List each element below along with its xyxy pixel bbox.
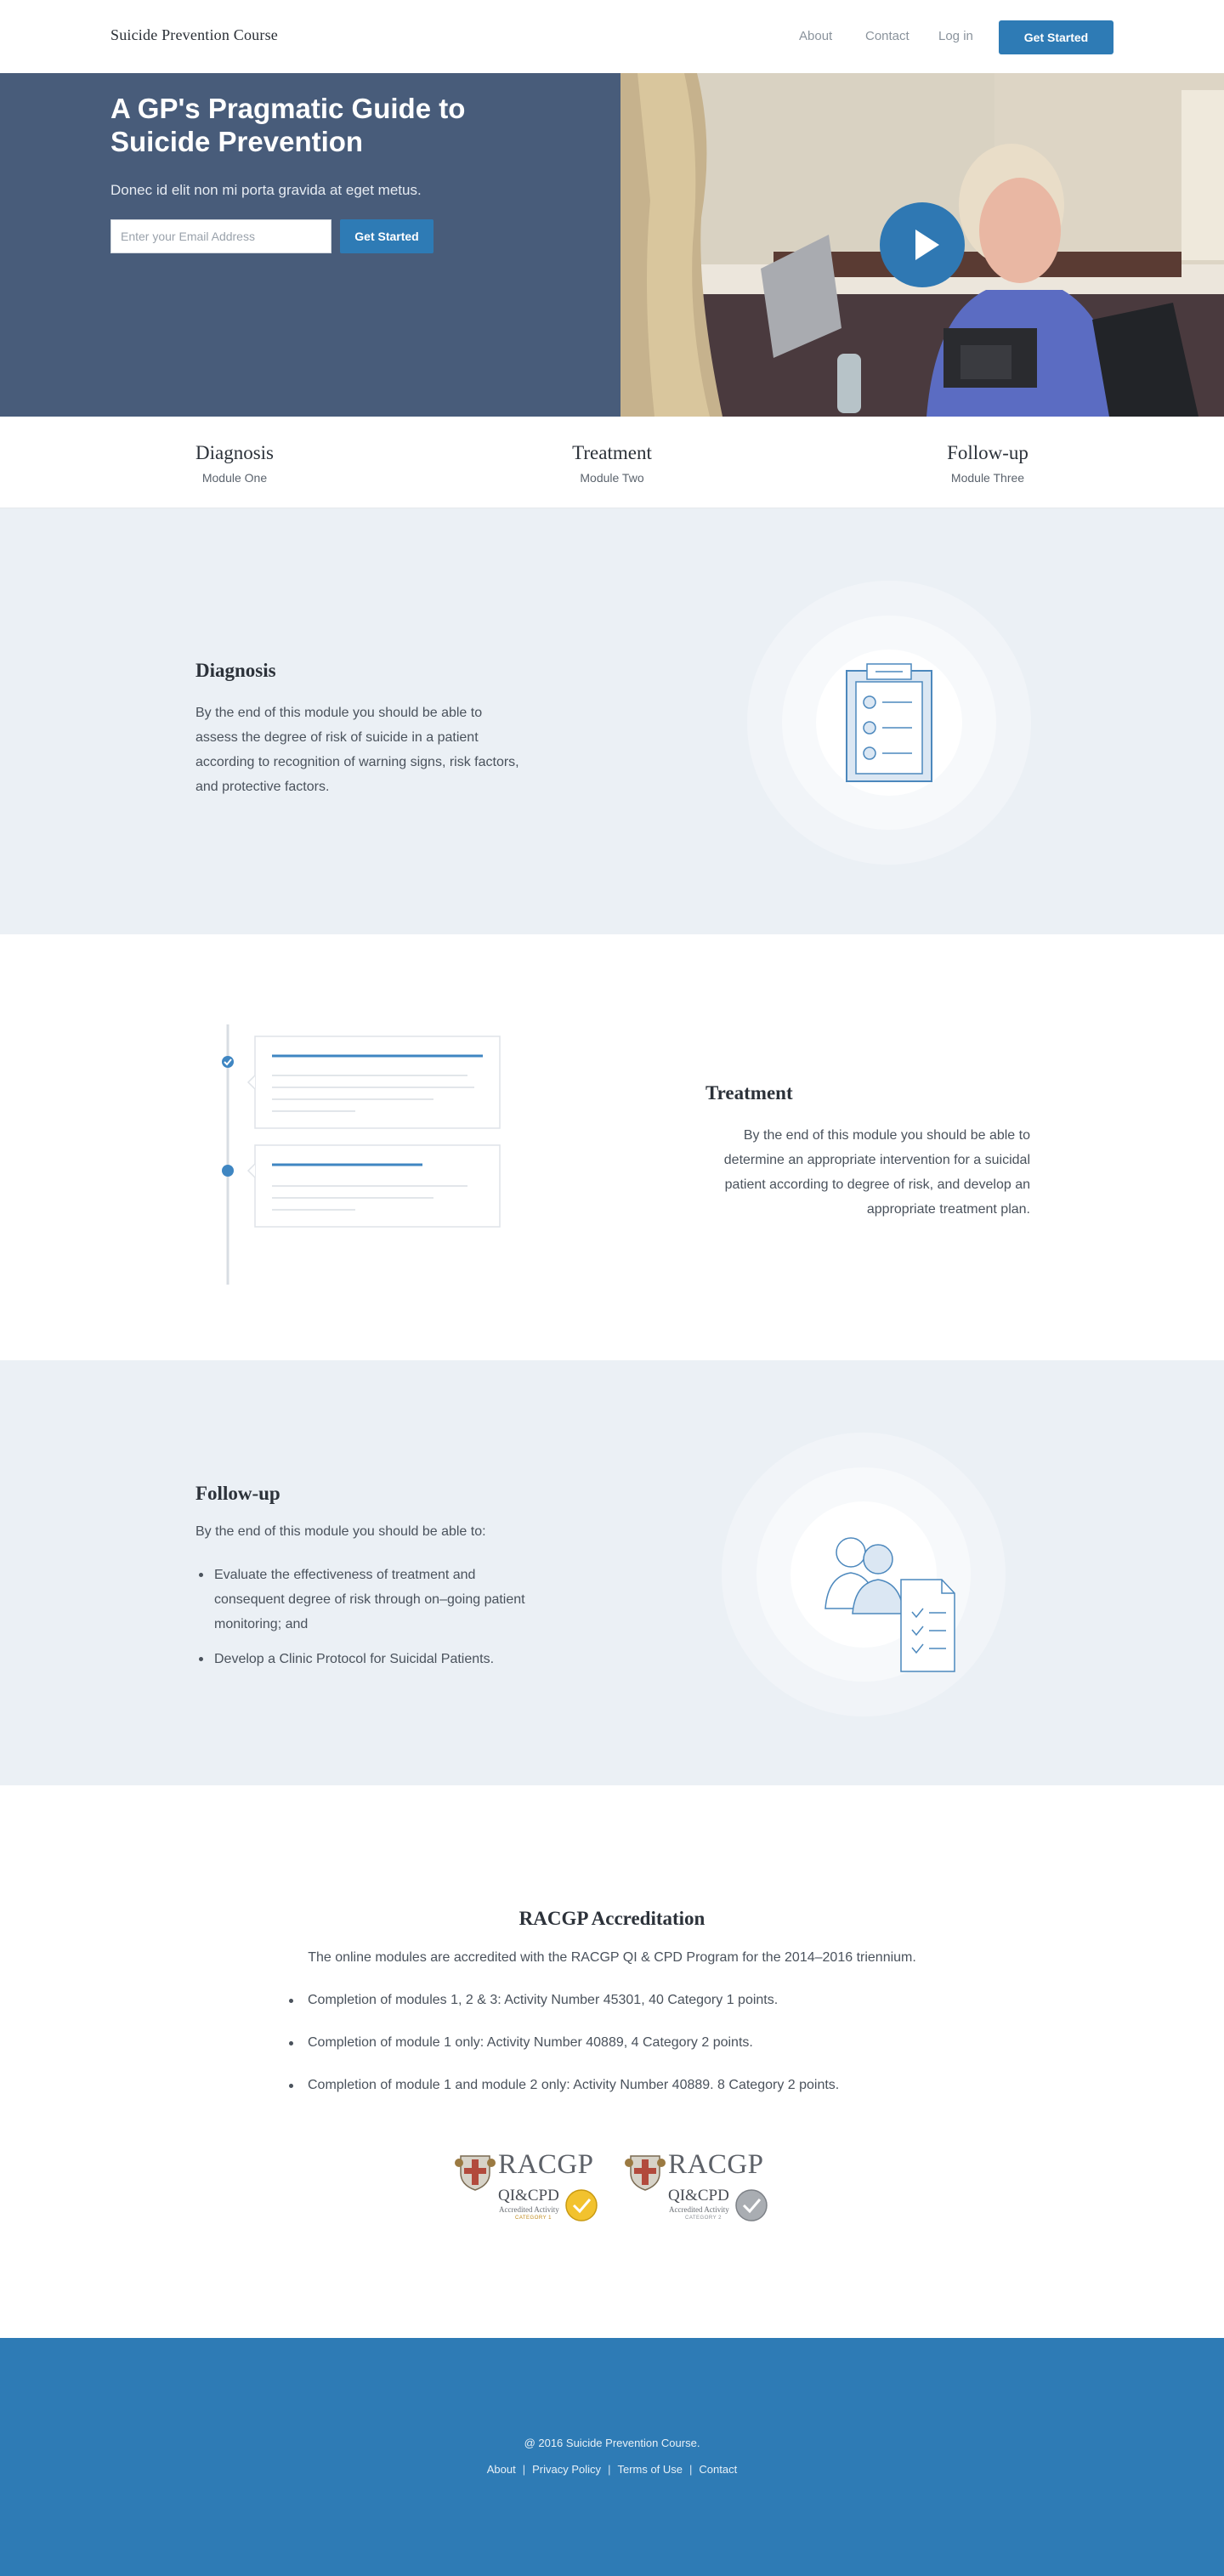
accreditation-heading: RACGP Accreditation [518,1908,706,1929]
timeline-icon [222,1024,501,1285]
footer-links: About | Privacy Policy | Terms of Use | Contac… [0,2463,1224,2476]
gold-badge-icon [565,2189,598,2221]
logo-wordmark: RACGP [498,2149,594,2180]
treatment-heading: Treatment [706,1082,793,1104]
list-item: Develop a Clinic Protocol for Suicidal P… [196,1647,536,1671]
footer-link-terms[interactable]: Terms of Use [617,2463,683,2476]
treatment-section: Treatment By the end of this module you … [0,934,1224,1360]
racgp-category-2-logo: RACGP QI&CPD Accredited Activity CATEGOR… [622,2144,775,2229]
hero-title: A GP's Pragmatic Guide to Suicide Preven… [110,93,466,157]
tab-title: Treatment [572,442,652,463]
footer [0,2338,1224,2576]
accreditation-intro: The online modules are accredited with t… [308,1950,916,1965]
top-nav: Suicide Prevention Course About Contact … [0,0,1224,73]
patients-checklist-icon [722,1433,1006,1716]
footer-link-privacy[interactable]: Privacy Policy [532,2463,601,2476]
hero-subtitle: Donec id elit non mi porta gravida at eg… [110,182,422,198]
logo-category: CATEGORY 2 [685,2216,722,2221]
logo-program: QI&CPD [498,2187,559,2204]
email-input[interactable]: Enter your Email Address [110,219,332,253]
intro-video[interactable] [620,73,1224,417]
followup-heading: Follow-up [196,1483,280,1504]
tab-followup[interactable]: Follow-up Module Three [894,442,1081,485]
diagnosis-section: Diagnosis By the end of this module you … [0,508,1224,934]
nav-link-contact[interactable]: Contact [865,29,910,43]
logo-category: CATEGORY 1 [515,2216,552,2221]
tab-subtitle: Module Three [950,471,1025,485]
nav-link-about[interactable]: About [799,29,832,43]
clipboard-icon [747,581,1031,865]
play-icon[interactable] [880,202,965,287]
crest-icon [455,2155,496,2191]
hero-get-started-button[interactable]: Get Started [340,219,434,253]
accreditation-list: Completion of modules 1, 2 & 3: Activity… [287,1991,839,2119]
list-item: Completion of module 1 only: Activity Nu… [287,2034,839,2052]
racgp-category-1-logo: RACGP QI&CPD Accredited Activity CATEGOR… [452,2144,605,2229]
tab-title: Follow-up [947,442,1028,463]
logo-wordmark: RACGP [668,2149,764,2180]
footer-link-contact[interactable]: Contact [699,2463,737,2476]
logo-label: Accredited Activity [669,2205,729,2214]
diagnosis-heading: Diagnosis [196,660,276,681]
followup-section: Follow-up By the end of this module you … [0,1360,1224,1785]
list-item: Evaluate the effectiveness of treatment … [196,1563,536,1637]
tab-subtitle: Module Two [580,471,644,485]
list-item: Completion of module 1 and module 2 only… [287,2076,839,2095]
tab-title: Diagnosis [196,442,274,463]
tab-treatment[interactable]: Treatment Module Two [518,442,706,485]
followup-list: Evaluate the effectiveness of treatment … [196,1563,536,1682]
footer-separator: | [522,2463,526,2476]
footer-link-about[interactable]: About [487,2463,516,2476]
nav-get-started-button[interactable]: Get Started [999,20,1114,54]
logo-label: Accredited Activity [499,2205,559,2214]
nav-link-login[interactable]: Log in [938,29,973,43]
site-brand[interactable]: Suicide Prevention Course [110,26,278,44]
tab-subtitle: Module One [201,471,268,485]
list-item: Completion of modules 1, 2 & 3: Activity… [287,1991,839,2010]
logo-program: QI&CPD [668,2187,729,2204]
copyright-text: @ 2016 Suicide Prevention Course. [524,2437,700,2449]
tab-diagnosis[interactable]: Diagnosis Module One [141,442,328,485]
crest-icon [625,2155,666,2191]
diagnosis-text: By the end of this module you should be … [196,706,519,794]
footer-separator: | [689,2463,693,2476]
module-tabs: Diagnosis Module One Treatment Module Tw… [0,417,1224,508]
followup-intro: By the end of this module you should be … [196,1524,486,1539]
footer-separator: | [608,2463,611,2476]
treatment-text: By the end of this module you should be … [723,1128,1030,1217]
silver-badge-icon [735,2189,768,2221]
